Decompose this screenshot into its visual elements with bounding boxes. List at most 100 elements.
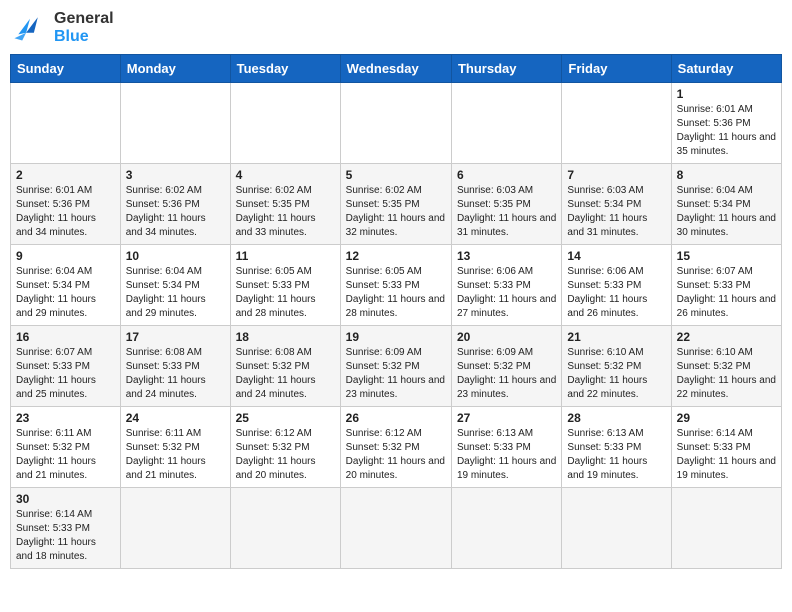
cell-content: Sunrise: 6:07 AM Sunset: 5:33 PM Dayligh…	[677, 265, 776, 321]
cell-content: Sunrise: 6:12 AM Sunset: 5:32 PM Dayligh…	[236, 427, 335, 483]
calendar-cell: 25 Sunrise: 6:12 AM Sunset: 5:32 PM Dayli…	[230, 407, 340, 488]
page-header: General Blue	[10, 10, 782, 46]
day-number: 27	[457, 411, 556, 425]
calendar-cell	[451, 83, 561, 164]
header-tuesday: Tuesday	[230, 55, 340, 83]
header-wednesday: Wednesday	[340, 55, 451, 83]
cell-content: Sunrise: 6:07 AM Sunset: 5:33 PM Dayligh…	[16, 346, 115, 402]
header-thursday: Thursday	[451, 55, 561, 83]
day-number: 1	[677, 87, 776, 101]
header-friday: Friday	[562, 55, 671, 83]
day-number: 2	[16, 168, 115, 182]
calendar-cell: 27 Sunrise: 6:13 AM Sunset: 5:33 PM Dayli…	[451, 407, 561, 488]
cell-content: Sunrise: 6:05 AM Sunset: 5:33 PM Dayligh…	[236, 265, 335, 321]
day-number: 21	[567, 330, 665, 344]
day-number: 18	[236, 330, 335, 344]
day-number: 10	[126, 249, 225, 263]
cell-content: Sunrise: 6:04 AM Sunset: 5:34 PM Dayligh…	[126, 265, 225, 321]
calendar-week-5: 30 Sunrise: 6:14 AM Sunset: 5:33 PM Dayli…	[11, 488, 782, 569]
cell-content: Sunrise: 6:01 AM Sunset: 5:36 PM Dayligh…	[16, 184, 115, 240]
cell-content: Sunrise: 6:01 AM Sunset: 5:36 PM Dayligh…	[677, 103, 776, 159]
calendar-cell: 4Sunrise: 6:02 AM Sunset: 5:35 PM Daylig…	[230, 164, 340, 245]
calendar-week-4: 23 Sunrise: 6:11 AM Sunset: 5:32 PM Dayli…	[11, 407, 782, 488]
day-number: 14	[567, 249, 665, 263]
calendar-cell: 18 Sunrise: 6:08 AM Sunset: 5:32 PM Dayli…	[230, 326, 340, 407]
calendar-cell: 6 Sunrise: 6:03 AM Sunset: 5:35 PM Daylig…	[451, 164, 561, 245]
cell-content: Sunrise: 6:04 AM Sunset: 5:34 PM Dayligh…	[677, 184, 776, 240]
cell-content: Sunrise: 6:02 AM Sunset: 5:35 PM Dayligh…	[346, 184, 446, 240]
day-number: 15	[677, 249, 776, 263]
calendar-week-0: 1 Sunrise: 6:01 AM Sunset: 5:36 PM Daylig…	[11, 83, 782, 164]
calendar-cell: 10 Sunrise: 6:04 AM Sunset: 5:34 PM Dayli…	[120, 245, 230, 326]
calendar-cell: 21 Sunrise: 6:10 AM Sunset: 5:32 PM Dayli…	[562, 326, 671, 407]
calendar-cell: 26Sunrise: 6:12 AM Sunset: 5:32 PM Dayli…	[340, 407, 451, 488]
calendar-cell	[562, 83, 671, 164]
calendar-cell: 23 Sunrise: 6:11 AM Sunset: 5:32 PM Dayli…	[11, 407, 121, 488]
cell-content: Sunrise: 6:11 AM Sunset: 5:32 PM Dayligh…	[126, 427, 225, 483]
calendar-cell: 28 Sunrise: 6:13 AM Sunset: 5:33 PM Dayli…	[562, 407, 671, 488]
day-number: 13	[457, 249, 556, 263]
calendar-cell	[451, 488, 561, 569]
cell-content: Sunrise: 6:13 AM Sunset: 5:33 PM Dayligh…	[457, 427, 556, 483]
calendar-cell: 24 Sunrise: 6:11 AM Sunset: 5:32 PM Dayli…	[120, 407, 230, 488]
day-number: 16	[16, 330, 115, 344]
calendar-cell: 3Sunrise: 6:02 AM Sunset: 5:36 PM Daylig…	[120, 164, 230, 245]
cell-content: Sunrise: 6:06 AM Sunset: 5:33 PM Dayligh…	[567, 265, 665, 321]
day-number: 19	[346, 330, 446, 344]
day-number: 12	[346, 249, 446, 263]
calendar-cell	[11, 83, 121, 164]
day-number: 9	[16, 249, 115, 263]
calendar-cell: 19Sunrise: 6:09 AM Sunset: 5:32 PM Dayli…	[340, 326, 451, 407]
cell-content: Sunrise: 6:08 AM Sunset: 5:33 PM Dayligh…	[126, 346, 225, 402]
day-number: 23	[16, 411, 115, 425]
calendar-week-2: 9 Sunrise: 6:04 AM Sunset: 5:34 PM Daylig…	[11, 245, 782, 326]
calendar-cell: 9Sunrise: 6:04 AM Sunset: 5:34 PM Daylig…	[11, 245, 121, 326]
cell-content: Sunrise: 6:05 AM Sunset: 5:33 PM Dayligh…	[346, 265, 446, 321]
day-number: 5	[346, 168, 446, 182]
calendar-cell	[120, 83, 230, 164]
calendar-cell: 15 Sunrise: 6:07 AM Sunset: 5:33 PM Dayli…	[671, 245, 781, 326]
calendar-week-3: 16 Sunrise: 6:07 AM Sunset: 5:33 PM Dayli…	[11, 326, 782, 407]
calendar-cell: 29 Sunrise: 6:14 AM Sunset: 5:33 PM Dayli…	[671, 407, 781, 488]
calendar-cell: 5 Sunrise: 6:02 AM Sunset: 5:35 PM Daylig…	[340, 164, 451, 245]
calendar-cell: 2 Sunrise: 6:01 AM Sunset: 5:36 PM Daylig…	[11, 164, 121, 245]
cell-content: Sunrise: 6:08 AM Sunset: 5:32 PM Dayligh…	[236, 346, 335, 402]
day-number: 11	[236, 249, 335, 263]
header-saturday: Saturday	[671, 55, 781, 83]
cell-content: Sunrise: 6:10 AM Sunset: 5:32 PM Dayligh…	[677, 346, 776, 402]
calendar-cell	[340, 83, 451, 164]
calendar-header-row: SundayMondayTuesdayWednesdayThursdayFrid…	[11, 55, 782, 83]
calendar-cell: 20Sunrise: 6:09 AM Sunset: 5:32 PM Dayli…	[451, 326, 561, 407]
cell-content: Sunrise: 6:11 AM Sunset: 5:32 PM Dayligh…	[16, 427, 115, 483]
day-number: 8	[677, 168, 776, 182]
logo-text: General Blue	[54, 10, 114, 46]
cell-content: Sunrise: 6:03 AM Sunset: 5:35 PM Dayligh…	[457, 184, 556, 240]
calendar-cell: 17 Sunrise: 6:08 AM Sunset: 5:33 PM Dayli…	[120, 326, 230, 407]
header-monday: Monday	[120, 55, 230, 83]
cell-content: Sunrise: 6:14 AM Sunset: 5:33 PM Dayligh…	[16, 508, 115, 564]
cell-content: Sunrise: 6:14 AM Sunset: 5:33 PM Dayligh…	[677, 427, 776, 483]
day-number: 7	[567, 168, 665, 182]
calendar-table: SundayMondayTuesdayWednesdayThursdayFrid…	[10, 54, 782, 569]
calendar-cell: 14 Sunrise: 6:06 AM Sunset: 5:33 PM Dayli…	[562, 245, 671, 326]
day-number: 17	[126, 330, 225, 344]
cell-content: Sunrise: 6:06 AM Sunset: 5:33 PM Dayligh…	[457, 265, 556, 321]
day-number: 24	[126, 411, 225, 425]
cell-content: Sunrise: 6:09 AM Sunset: 5:32 PM Dayligh…	[457, 346, 556, 402]
cell-content: Sunrise: 6:10 AM Sunset: 5:32 PM Dayligh…	[567, 346, 665, 402]
cell-content: Sunrise: 6:13 AM Sunset: 5:33 PM Dayligh…	[567, 427, 665, 483]
calendar-cell: 8 Sunrise: 6:04 AM Sunset: 5:34 PM Daylig…	[671, 164, 781, 245]
calendar-cell	[671, 488, 781, 569]
day-number: 6	[457, 168, 556, 182]
calendar-cell: 7 Sunrise: 6:03 AM Sunset: 5:34 PM Daylig…	[562, 164, 671, 245]
day-number: 4	[236, 168, 335, 182]
header-sunday: Sunday	[11, 55, 121, 83]
calendar-cell: 12 Sunrise: 6:05 AM Sunset: 5:33 PM Dayli…	[340, 245, 451, 326]
day-number: 25	[236, 411, 335, 425]
calendar-cell	[120, 488, 230, 569]
calendar-week-1: 2 Sunrise: 6:01 AM Sunset: 5:36 PM Daylig…	[11, 164, 782, 245]
day-number: 29	[677, 411, 776, 425]
day-number: 30	[16, 492, 115, 506]
cell-content: Sunrise: 6:03 AM Sunset: 5:34 PM Dayligh…	[567, 184, 665, 240]
day-number: 28	[567, 411, 665, 425]
